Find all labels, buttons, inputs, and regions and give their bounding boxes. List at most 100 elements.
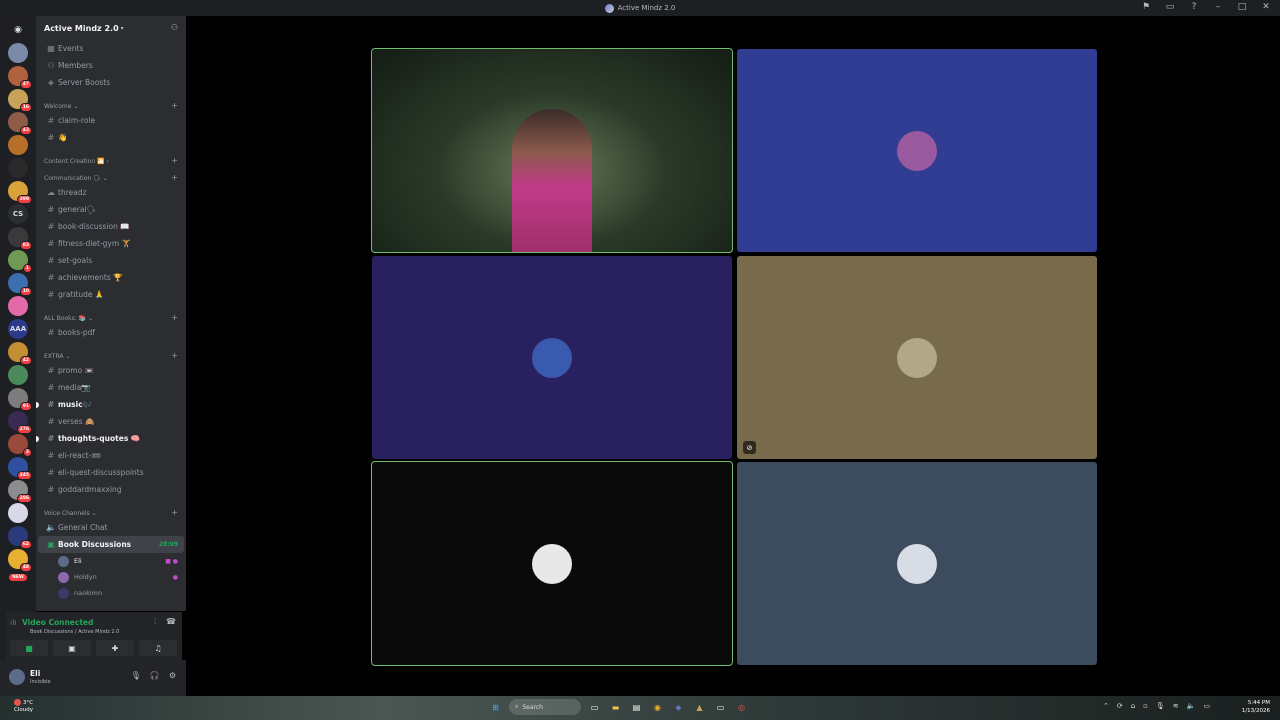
video-tile[interactable]: ⊘ [737, 256, 1097, 459]
channel-gratitude[interactable]: # gratitude 🙏 [36, 286, 186, 303]
channel-thoughts-quotes[interactable]: # thoughts-quotes 🧠 [36, 430, 186, 447]
channel-fitness[interactable]: # fitness-diet-gym 🏋 [36, 235, 186, 252]
sync-icon[interactable]: ⟳ [1117, 702, 1123, 710]
disconnect-icon[interactable]: ☎ [166, 617, 176, 627]
channel-general[interactable]: # general🗣 [36, 201, 186, 218]
file-explorer-icon[interactable]: ▬ [608, 700, 623, 715]
chevron-up-icon[interactable]: ⌃ [1103, 702, 1109, 710]
add-channel-icon[interactable]: + [171, 101, 178, 110]
server-icon[interactable]: 43 [8, 112, 32, 135]
channel-set-goals[interactable]: # set-goals [36, 252, 186, 269]
video-tile[interactable] [371, 48, 733, 253]
inbox-icon[interactable]: ⚑ [1140, 2, 1152, 12]
server-icon[interactable]: 10 [8, 273, 32, 296]
signal-icon[interactable]: ılı [10, 618, 22, 627]
server-icon[interactable]: AAA [8, 319, 28, 339]
maximize-button[interactable]: □ [1236, 2, 1248, 12]
avatar[interactable] [9, 669, 25, 685]
server-icon[interactable] [8, 503, 28, 523]
nav-events[interactable]: ▦ Events [36, 40, 186, 57]
soundboard-button[interactable]: ♫ [139, 640, 177, 656]
terminal-icon[interactable]: ▭ [713, 700, 728, 715]
voice-user[interactable]: Holdyn ● [36, 569, 186, 585]
noise-suppression-icon[interactable]: ⫶ [154, 617, 156, 627]
weather-widget[interactable]: 3°C Cloudy [14, 699, 33, 714]
task-view-icon[interactable]: ▭ [587, 700, 602, 715]
nav-members[interactable]: ⚇ Members [36, 57, 186, 74]
help-icon[interactable]: ? [1188, 2, 1200, 12]
app-tray-icon[interactable]: ▫ [1143, 702, 1148, 710]
channel-books-pdf[interactable]: # books-pdf [36, 324, 186, 341]
channel-wave[interactable]: # 👋 [36, 129, 186, 146]
wifi-icon[interactable]: ≋ [1173, 702, 1179, 710]
category-welcome[interactable]: Welcome ⌄ + [36, 95, 186, 112]
server-icon[interactable]: 83 [8, 227, 32, 250]
server-icon[interactable]: 42 [8, 342, 32, 365]
add-channel-icon[interactable]: + [171, 156, 178, 165]
connection-location[interactable]: Book Discussions / Active Mindz 2.0 [30, 629, 119, 635]
headphones-icon[interactable]: 🎧 [150, 671, 160, 680]
search-box[interactable]: ⌕ Search [509, 699, 581, 715]
server-icon[interactable] [8, 296, 28, 316]
server-icon[interactable]: 296 [8, 480, 32, 503]
close-button[interactable]: ✕ [1260, 2, 1272, 12]
add-channel-icon[interactable]: + [171, 508, 178, 517]
server-icon[interactable] [8, 135, 28, 155]
nav-server-boosts[interactable]: ◈ Server Boosts [36, 74, 186, 91]
category-all-books[interactable]: ALL Books: 📚 ⌄ + [36, 307, 186, 324]
server-icon[interactable] [8, 43, 28, 63]
volume-icon[interactable]: 🔈 [1187, 702, 1196, 710]
clock[interactable]: 5:44 PM 1/13/2026 [1242, 699, 1270, 715]
video-tile[interactable] [372, 256, 732, 459]
server-icon[interactable]: 91 [8, 388, 32, 411]
server-icon[interactable]: 3 [8, 434, 32, 457]
minimize-button[interactable]: – [1212, 2, 1224, 12]
settings-gear-icon[interactable]: ⚙ [169, 671, 176, 680]
screen-share-button[interactable]: ▣ [53, 640, 91, 656]
voice-channel-general-chat[interactable]: 🔈 General Chat [36, 519, 186, 536]
discord-taskbar-icon[interactable]: ◈ [671, 700, 686, 715]
voice-channel-book-discussions[interactable]: ▣ Book Discussions 28:09 [38, 536, 184, 553]
connection-status[interactable]: Video Connected [22, 618, 93, 627]
server-icon[interactable]: 47 [8, 66, 32, 89]
microphone-icon[interactable]: 🎙 [131, 671, 141, 680]
channel-music[interactable]: # music🎶 [36, 396, 186, 413]
channel-media[interactable]: # media📷 [36, 379, 186, 396]
add-channel-icon[interactable]: + [171, 313, 178, 322]
server-icon[interactable]: 399 [8, 181, 32, 204]
network-icon[interactable]: ⌂ [1131, 702, 1135, 710]
voice-user[interactable]: Eli ■ ● [36, 553, 186, 569]
server-icon[interactable]: 62 [8, 526, 32, 549]
camera-button[interactable]: ■ [10, 640, 48, 656]
channel-eli-react[interactable]: # eli-react-🎟 [36, 447, 186, 464]
video-tile[interactable] [371, 461, 733, 666]
channel-promo[interactable]: # promo 📼 [36, 362, 186, 379]
server-icon[interactable]: 1 [8, 250, 32, 273]
monitor-icon[interactable]: ▭ [1164, 2, 1176, 12]
activities-button[interactable]: ✚ [96, 640, 134, 656]
channel-verses[interactable]: # verses 🙈 [36, 413, 186, 430]
app-icon[interactable]: ◎ [734, 700, 749, 715]
channel-eli-quest[interactable]: # eli-quest-discusspoints [36, 464, 186, 481]
store-icon[interactable]: ▤ [629, 700, 644, 715]
server-icon[interactable] [8, 158, 28, 178]
channel-goddardmaxxing[interactable]: # goddardmaxxing [36, 481, 186, 498]
server-header[interactable]: Active Mindz 2.0 ▾ ⚇ [36, 16, 186, 40]
channel-threadz[interactable]: ☁ threadz [36, 184, 186, 201]
start-button[interactable]: ⊞ [488, 700, 503, 715]
server-icon[interactable]: 276 [8, 411, 32, 434]
add-member-icon[interactable]: ⚇ [171, 23, 178, 32]
server-icon[interactable] [8, 365, 28, 385]
battery-icon[interactable]: ▭ [1203, 702, 1210, 710]
channel-achievements[interactable]: # achievements 🏆 [36, 269, 186, 286]
chrome-icon[interactable]: ◉ [650, 700, 665, 715]
channel-book-discussion[interactable]: # book-discussion 📖 [36, 218, 186, 235]
discord-home-icon[interactable]: ◉ [8, 20, 28, 40]
video-tile[interactable] [737, 49, 1097, 252]
category-extra[interactable]: EXTRA ⌄ + [36, 345, 186, 362]
microphone-tray-icon[interactable]: 🎙 [1156, 702, 1165, 710]
channel-claim-role[interactable]: # claim-role [36, 112, 186, 129]
category-communication[interactable]: Communication 🗣 ⌄ + [36, 167, 186, 184]
server-icon[interactable]: 48 [8, 549, 32, 572]
voice-user[interactable]: naokimn [36, 585, 186, 601]
